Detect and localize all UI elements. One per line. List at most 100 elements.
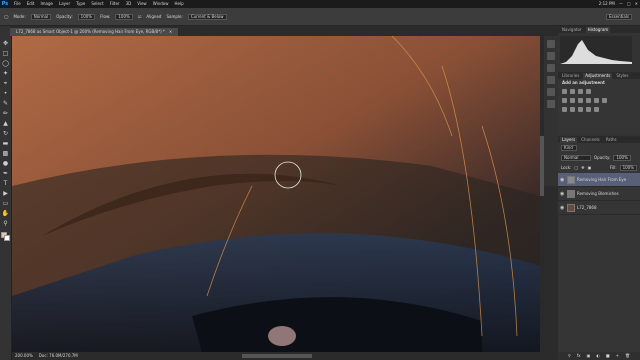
gradient-tool-icon[interactable]: ▩ <box>2 150 9 157</box>
visibility-eye-icon[interactable]: ◉ <box>560 191 565 197</box>
add-mask-icon[interactable]: ▣ <box>587 354 591 358</box>
tab-styles[interactable]: Styles <box>614 73 630 79</box>
menu-view[interactable]: View <box>137 2 147 6</box>
layer-opacity-field[interactable]: 100% <box>613 155 631 161</box>
tab-libraries[interactable]: Libraries <box>560 73 581 79</box>
black-white-icon[interactable] <box>586 98 591 103</box>
document-canvas[interactable] <box>12 36 540 352</box>
marquee-tool-icon[interactable]: □ <box>2 50 9 57</box>
layer-filter-row: Kind <box>558 143 640 153</box>
blend-mode-select[interactable]: Normal <box>561 155 591 161</box>
menu-file[interactable]: File <box>14 2 21 6</box>
exposure-icon[interactable] <box>586 89 591 94</box>
mode-select[interactable]: Normal <box>30 13 52 20</box>
levels-icon[interactable] <box>570 89 575 94</box>
tab-histogram[interactable]: Histogram <box>585 27 611 33</box>
menu-edit[interactable]: Edit <box>27 2 35 6</box>
brightness-icon[interactable] <box>562 89 567 94</box>
flow-field[interactable]: 100% <box>115 13 133 20</box>
layer-name: L72_7868 <box>577 204 597 210</box>
healing-brush-tool-icon[interactable]: ✎ <box>2 100 9 107</box>
path-selection-tool-icon[interactable]: ▶ <box>2 190 9 197</box>
threshold-icon[interactable] <box>578 107 583 112</box>
clone-stamp-tool-icon[interactable]: ▲ <box>2 120 9 127</box>
new-adjustment-icon[interactable]: ◐ <box>596 354 600 358</box>
menu-help[interactable]: Help <box>174 2 183 6</box>
color-balance-icon[interactable] <box>578 98 583 103</box>
add-style-icon[interactable]: fx <box>577 354 581 358</box>
curves-icon[interactable] <box>578 89 583 94</box>
link-layers-icon[interactable]: ⚲ <box>568 354 571 358</box>
menu-3d[interactable]: 3D <box>126 2 132 6</box>
tab-adjustments[interactable]: Adjustments <box>583 73 613 79</box>
crop-tool-icon[interactable]: ⌖ <box>2 80 9 87</box>
lock-all-icon[interactable]: ▣ <box>588 166 592 170</box>
fill-field[interactable]: 100% <box>619 165 637 171</box>
menu-filter[interactable]: Filter <box>110 2 120 6</box>
history-panel-icon[interactable] <box>547 40 555 48</box>
document-tab[interactable]: L72_7868 as Smart Object-1 @ 200% (Remov… <box>10 28 179 36</box>
background-color[interactable] <box>3 235 10 241</box>
maximize-icon[interactable]: □ <box>627 2 631 6</box>
delete-layer-icon[interactable]: 🗑 <box>625 354 630 358</box>
lock-position-icon[interactable]: ✥ <box>581 166 584 170</box>
channel-mixer-icon[interactable] <box>602 98 607 103</box>
kind-filter-select[interactable]: Kind <box>561 145 577 151</box>
tab-paths[interactable]: Paths <box>604 137 619 143</box>
posterize-icon[interactable] <box>570 107 575 112</box>
visibility-eye-icon[interactable]: ◉ <box>560 177 565 183</box>
new-group-icon[interactable]: ■ <box>606 354 610 358</box>
workspace-select[interactable]: Essentials <box>605 13 632 20</box>
paragraph-panel-icon[interactable] <box>547 88 555 96</box>
invert-icon[interactable] <box>562 107 567 112</box>
history-brush-tool-icon[interactable]: ↻ <box>2 130 9 137</box>
menu-image[interactable]: Image <box>40 2 53 6</box>
layer-name: Removing Hair From Eye <box>577 176 627 182</box>
character-panel-icon[interactable] <box>547 76 555 84</box>
hand-tool-icon[interactable]: ✋ <box>2 210 9 217</box>
shape-tool-icon[interactable]: ▭ <box>2 200 9 207</box>
layer-row[interactable]: ◉ L72_7868 <box>558 201 640 215</box>
pen-tool-icon[interactable]: ✒ <box>2 170 9 177</box>
type-tool-icon[interactable]: T <box>2 180 9 187</box>
opacity-field[interactable]: 100% <box>77 13 96 20</box>
visibility-eye-icon[interactable]: ◉ <box>560 205 565 211</box>
layer-row[interactable]: ◉ Removing Blemishes <box>558 187 640 201</box>
dodge-tool-icon[interactable]: ● <box>2 160 9 167</box>
gradient-map-icon[interactable] <box>586 107 591 112</box>
zoom-tool-icon[interactable]: ⚲ <box>2 220 9 227</box>
horizontal-scroll-thumb[interactable] <box>242 354 312 358</box>
tab-layers[interactable]: Layers <box>560 137 578 143</box>
menu-window[interactable]: Window <box>153 2 169 6</box>
close-tab-icon[interactable]: ✕ <box>169 30 172 34</box>
menu-layer[interactable]: Layer <box>59 2 70 6</box>
quick-select-tool-icon[interactable]: ✦ <box>2 70 9 77</box>
document-tab-title: L72_7868 as Smart Object-1 @ 200% (Remov… <box>16 29 165 34</box>
brush-tool-icon[interactable]: ✏ <box>2 110 9 117</box>
move-tool-icon[interactable]: ✥ <box>2 40 9 47</box>
tab-navigator[interactable]: Navigator <box>560 27 584 33</box>
selective-color-icon[interactable] <box>594 107 599 112</box>
minimize-icon[interactable]: — <box>619 2 623 6</box>
tab-channels[interactable]: Channels <box>579 137 602 143</box>
menu-select[interactable]: Select <box>91 2 103 6</box>
vibrance-icon[interactable] <box>562 98 567 103</box>
lasso-tool-icon[interactable]: ◯ <box>2 60 9 67</box>
clone-stamp-tool-icon[interactable]: ◯ <box>4 14 8 19</box>
properties-panel-icon[interactable] <box>547 52 555 60</box>
sample-select[interactable]: Current & Below <box>187 13 227 20</box>
layer-row[interactable]: ◉ Removing Hair From Eye <box>558 173 640 187</box>
eraser-tool-icon[interactable]: ▬ <box>2 140 9 147</box>
info-panel-icon[interactable] <box>547 100 555 108</box>
eyedropper-tool-icon[interactable]: • <box>2 90 9 97</box>
photo-filter-icon[interactable] <box>594 98 599 103</box>
menu-type[interactable]: Type <box>76 2 85 6</box>
lock-pixels-icon[interactable]: □ <box>574 166 578 170</box>
brush-panel-icon[interactable] <box>547 64 555 72</box>
color-swatches[interactable] <box>0 232 11 242</box>
aligned-checkbox[interactable]: ☑ <box>138 14 142 19</box>
zoom-level[interactable]: 200.00% <box>15 354 33 358</box>
close-icon[interactable]: ✕ <box>635 2 638 6</box>
hue-saturation-icon[interactable] <box>570 98 575 103</box>
new-layer-icon[interactable]: + <box>616 354 619 358</box>
